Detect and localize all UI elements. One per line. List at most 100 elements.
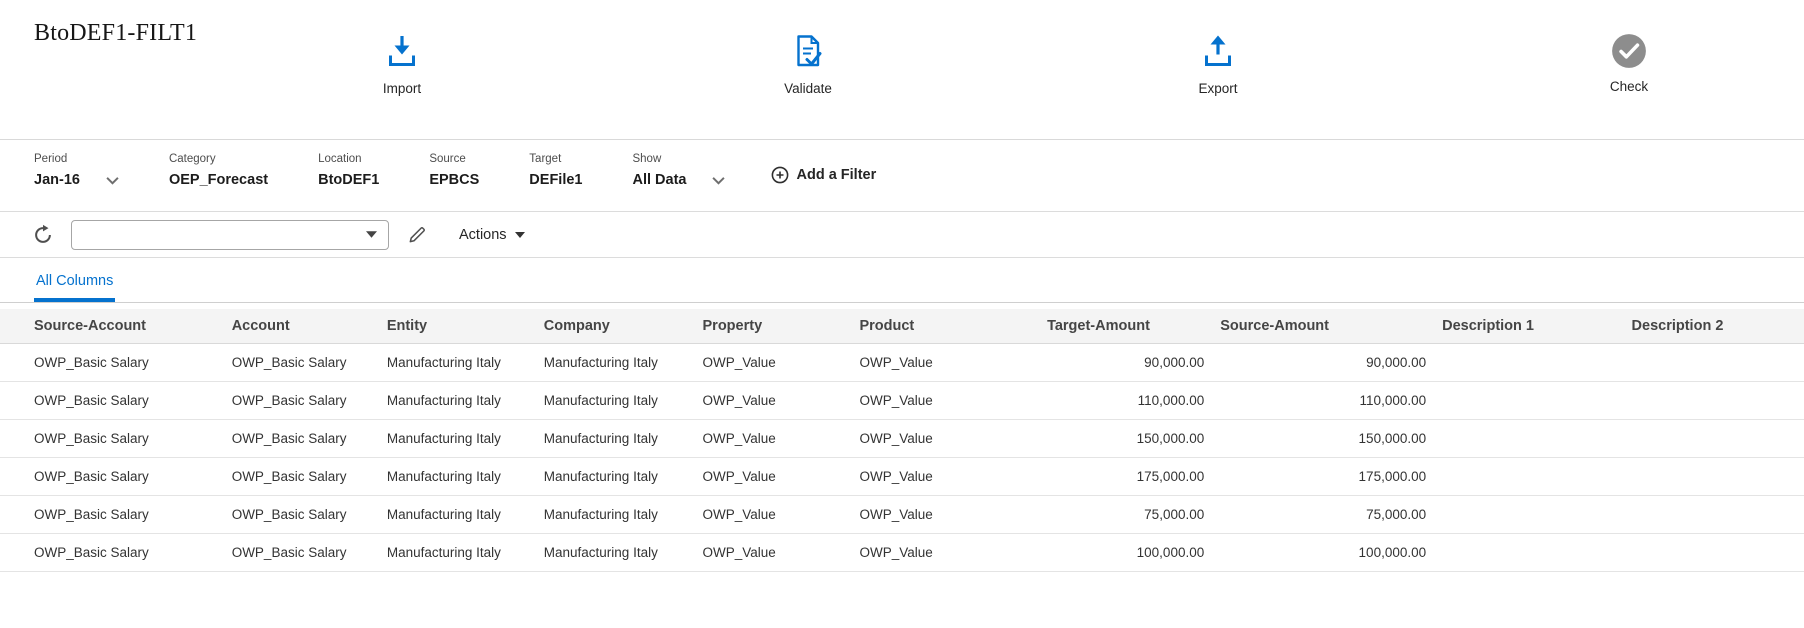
cell-product: OWP_Value <box>851 382 1039 420</box>
pov-filter-target: TargetDEFile1 <box>529 153 582 188</box>
cell-entity: Manufacturing Italy <box>379 344 536 382</box>
cell-property: OWP_Value <box>695 534 852 572</box>
cell-property: OWP_Value <box>695 344 852 382</box>
table-row[interactable]: OWP_Basic SalaryOWP_Basic SalaryManufact… <box>0 344 1804 382</box>
cell-target-amount: 110,000.00 <box>1039 382 1212 420</box>
actions-menu-label: Actions <box>459 227 507 243</box>
table-row[interactable]: OWP_Basic SalaryOWP_Basic SalaryManufact… <box>0 534 1804 572</box>
cell-company: Manufacturing Italy <box>536 420 695 458</box>
cell-company: Manufacturing Italy <box>536 458 695 496</box>
column-header-product[interactable]: Product <box>851 309 1039 344</box>
cell-product: OWP_Value <box>851 458 1039 496</box>
cell-property: OWP_Value <box>695 420 852 458</box>
tab-bar: All Columns <box>0 258 1804 303</box>
cell-source-amount[interactable]: 90,000.00 <box>1212 344 1434 382</box>
table-row[interactable]: OWP_Basic SalaryOWP_Basic SalaryManufact… <box>0 496 1804 534</box>
cell-source-amount[interactable]: 150,000.00 <box>1212 420 1434 458</box>
cell-target-amount: 150,000.00 <box>1039 420 1212 458</box>
cell-company: Manufacturing Italy <box>536 382 695 420</box>
cell-source-account: OWP_Basic Salary <box>0 496 224 534</box>
cell-source-amount[interactable]: 110,000.00 <box>1212 382 1434 420</box>
pov-filter-label: Show <box>632 153 725 165</box>
cell-source-account: OWP_Basic Salary <box>0 420 224 458</box>
cell-description-1 <box>1434 458 1623 496</box>
cell-entity: Manufacturing Italy <box>379 496 536 534</box>
cell-source-amount[interactable]: 75,000.00 <box>1212 496 1434 534</box>
pov-filter-value: EPBCS <box>429 172 479 188</box>
import-button[interactable]: Import <box>337 32 467 96</box>
cell-account: OWP_Basic Salary <box>224 534 379 572</box>
chevron-down-icon[interactable] <box>712 176 725 185</box>
cell-product: OWP_Value <box>851 534 1039 572</box>
cell-description-2 <box>1624 496 1804 534</box>
page-title: BtoDEF1-FILT1 <box>34 20 197 47</box>
cell-entity: Manufacturing Italy <box>379 382 536 420</box>
column-header-target-amount[interactable]: Target-Amount <box>1039 309 1212 344</box>
pov-filter-list: PeriodJan-16CategoryOEP_ForecastLocation… <box>34 153 725 188</box>
cell-description-2 <box>1624 420 1804 458</box>
cell-property: OWP_Value <box>695 458 852 496</box>
edit-button[interactable] <box>402 220 432 250</box>
cell-product: OWP_Value <box>851 420 1039 458</box>
column-header-source-amount[interactable]: Source-Amount <box>1212 309 1434 344</box>
cell-entity: Manufacturing Italy <box>379 458 536 496</box>
cell-description-2 <box>1624 458 1804 496</box>
pov-filter-value: BtoDEF1 <box>318 172 379 188</box>
data-integration-workbench: BtoDEF1-FILT1 Import Validate <box>0 0 1804 572</box>
export-button[interactable]: Export <box>1153 32 1283 96</box>
column-header-description-2[interactable]: Description 2 <box>1624 309 1804 344</box>
cell-entity: Manufacturing Italy <box>379 534 536 572</box>
workbench-combobox[interactable] <box>71 220 389 250</box>
validate-button[interactable]: Validate <box>743 32 873 96</box>
cell-property: OWP_Value <box>695 382 852 420</box>
pov-filter-label: Location <box>318 153 379 165</box>
pov-filter-period[interactable]: PeriodJan-16 <box>34 153 119 188</box>
cell-company: Manufacturing Italy <box>536 496 695 534</box>
column-header-property[interactable]: Property <box>695 309 852 344</box>
cell-description-1 <box>1434 344 1623 382</box>
table-row[interactable]: OWP_Basic SalaryOWP_Basic SalaryManufact… <box>0 382 1804 420</box>
refresh-button[interactable] <box>28 220 58 250</box>
column-header-company[interactable]: Company <box>536 309 695 344</box>
validate-icon <box>788 32 828 72</box>
cell-target-amount: 90,000.00 <box>1039 344 1212 382</box>
cell-account: OWP_Basic Salary <box>224 458 379 496</box>
cell-description-1 <box>1434 420 1623 458</box>
cell-account: OWP_Basic Salary <box>224 344 379 382</box>
add-filter-button[interactable]: Add a Filter <box>771 166 876 184</box>
pov-filter-show[interactable]: Show All Data <box>632 153 725 188</box>
add-filter-label: Add a Filter <box>796 167 876 183</box>
cell-entity: Manufacturing Italy <box>379 420 536 458</box>
header: BtoDEF1-FILT1 Import Validate <box>0 0 1804 140</box>
cell-target-amount: 175,000.00 <box>1039 458 1212 496</box>
cell-account: OWP_Basic Salary <box>224 496 379 534</box>
cell-source-account: OWP_Basic Salary <box>0 382 224 420</box>
pov-filter-location: Location BtoDEF1 <box>318 153 379 188</box>
cell-description-1 <box>1434 496 1623 534</box>
table-row[interactable]: OWP_Basic SalaryOWP_Basic SalaryManufact… <box>0 420 1804 458</box>
cell-source-amount[interactable]: 175,000.00 <box>1212 458 1434 496</box>
cell-account: OWP_Basic Salary <box>224 420 379 458</box>
secondary-toolbar: Actions <box>0 212 1804 258</box>
pov-filter-value: All Data <box>632 172 725 188</box>
column-header-source-account[interactable]: Source-Account <box>0 309 224 344</box>
column-header-entity[interactable]: Entity <box>379 309 536 344</box>
pov-filter-source: SourceEPBCS <box>429 153 479 188</box>
column-header-description-1[interactable]: Description 1 <box>1434 309 1623 344</box>
pov-bar: PeriodJan-16CategoryOEP_ForecastLocation… <box>0 140 1804 212</box>
column-header-account[interactable]: Account <box>224 309 379 344</box>
chevron-down-icon[interactable] <box>106 176 119 185</box>
cell-target-amount: 75,000.00 <box>1039 496 1212 534</box>
tab-all-columns[interactable]: All Columns <box>34 273 115 302</box>
cell-source-account: OWP_Basic Salary <box>0 534 224 572</box>
check-button[interactable]: Check <box>1564 32 1694 94</box>
dropdown-caret-icon[interactable] <box>366 231 377 238</box>
actions-menu-button[interactable]: Actions <box>459 227 525 243</box>
cell-property: OWP_Value <box>695 496 852 534</box>
table-row[interactable]: OWP_Basic SalaryOWP_Basic SalaryManufact… <box>0 458 1804 496</box>
pov-filter-value: Jan-16 <box>34 172 119 188</box>
pov-filter-value: DEFile1 <box>529 172 582 188</box>
pov-filter-label: Category <box>169 153 268 165</box>
export-button-label: Export <box>1198 81 1237 96</box>
cell-source-amount[interactable]: 100,000.00 <box>1212 534 1434 572</box>
